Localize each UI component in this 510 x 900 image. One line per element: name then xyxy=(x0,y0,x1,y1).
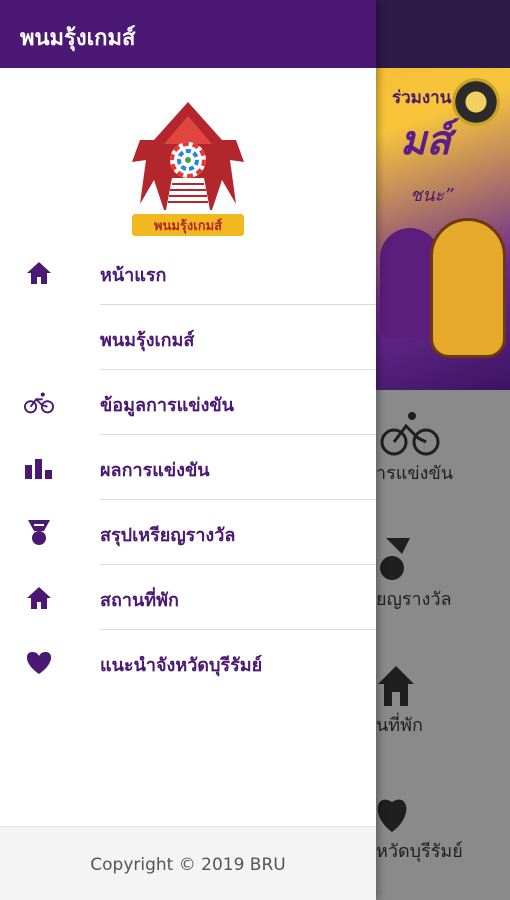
menu-item-accommodation[interactable]: สถานที่พัก xyxy=(0,565,376,630)
home-icon xyxy=(24,585,54,611)
menu-item-competition-results[interactable]: ผลการแข่งขัน xyxy=(0,435,376,500)
phanomrung-games-logo: พนมรุ้งเกมส์ xyxy=(132,102,244,236)
svg-text:พนมรุ้งเกมส์: พนมรุ้งเกมส์ xyxy=(154,218,222,234)
background-menu-grid: ารแข่งขัน ยญรางวัล นที่พัก หวัดบุรีรัมย์ xyxy=(376,390,510,900)
menu-item-competition-info[interactable]: ข้อมูลการแข่งขัน xyxy=(0,370,376,435)
menu-item-phanomrung-games[interactable]: พนมรุ้งเกมส์ xyxy=(0,305,376,370)
medal-icon xyxy=(24,520,54,546)
bicycle-icon xyxy=(24,390,54,416)
menu-item-label: หน้าแรก xyxy=(100,265,167,286)
copyright-text: Copyright © 2019 BRU xyxy=(90,855,286,875)
bicycle-icon xyxy=(380,412,440,456)
banner-text-line1: ร่วมงาน xyxy=(392,88,452,108)
banner-title: มส์ xyxy=(400,118,451,164)
navigation-drawer: พนมรุ้งเกมส์ พนมรุ้งเกมส์ หน้าแรก พนมรุ้… xyxy=(0,0,376,900)
bg-tile-label: ารแข่งขัน xyxy=(376,463,454,484)
drawer-footer: Copyright © 2019 BRU xyxy=(0,826,376,900)
menu-item-label: สรุปเหรียญรางวัล xyxy=(100,525,236,546)
bg-tile-accommodation[interactable]: นที่พัก xyxy=(376,642,510,768)
mascot-figure-right xyxy=(430,218,506,358)
app-title: พนมรุ้งเกมส์ xyxy=(20,26,136,51)
menu-item-medal-summary[interactable]: สรุปเหรียญรางวัล xyxy=(0,500,376,565)
banner-subtitle: ชนะ” xyxy=(410,185,454,206)
menu-item-label: แนะนำจังหวัดบุรีรัมย์ xyxy=(100,655,263,676)
bg-tile-label: หวัดบุรีรัมย์ xyxy=(376,841,463,862)
heart-icon xyxy=(24,650,54,676)
menu-item-home[interactable]: หน้าแรก xyxy=(0,240,376,305)
medal-icon xyxy=(380,538,410,580)
drawer-menu: หน้าแรก พนมรุ้งเกมส์ ข้อมูลการแข่งขัน ผล… xyxy=(0,240,376,695)
bg-tile-label: นที่พัก xyxy=(376,715,423,736)
menu-item-label: ผลการแข่งขัน xyxy=(100,460,210,481)
bg-tile-medal-summary[interactable]: ยญรางวัล xyxy=(376,516,510,642)
menu-item-province-guide[interactable]: แนะนำจังหวัดบุรีรัมย์ xyxy=(0,630,376,695)
drawer-header: พนมรุ้งเกมส์ xyxy=(0,0,376,68)
menu-item-label: สถานที่พัก xyxy=(100,590,179,611)
heart-icon xyxy=(377,799,407,832)
bg-tile-competition-info[interactable]: ารแข่งขัน xyxy=(376,390,510,516)
bg-tile-province-guide[interactable]: หวัดบุรีรัมย์ xyxy=(376,768,510,894)
menu-item-label: พนมรุ้งเกมส์ xyxy=(100,330,195,351)
bar-chart-icon xyxy=(24,455,54,481)
home-icon xyxy=(378,666,414,706)
seal-emblem xyxy=(452,78,500,126)
menu-item-label: ข้อมูลการแข่งขัน xyxy=(100,395,234,416)
home-icon xyxy=(24,260,54,286)
bg-tile-label: ยญรางวัล xyxy=(376,589,452,610)
